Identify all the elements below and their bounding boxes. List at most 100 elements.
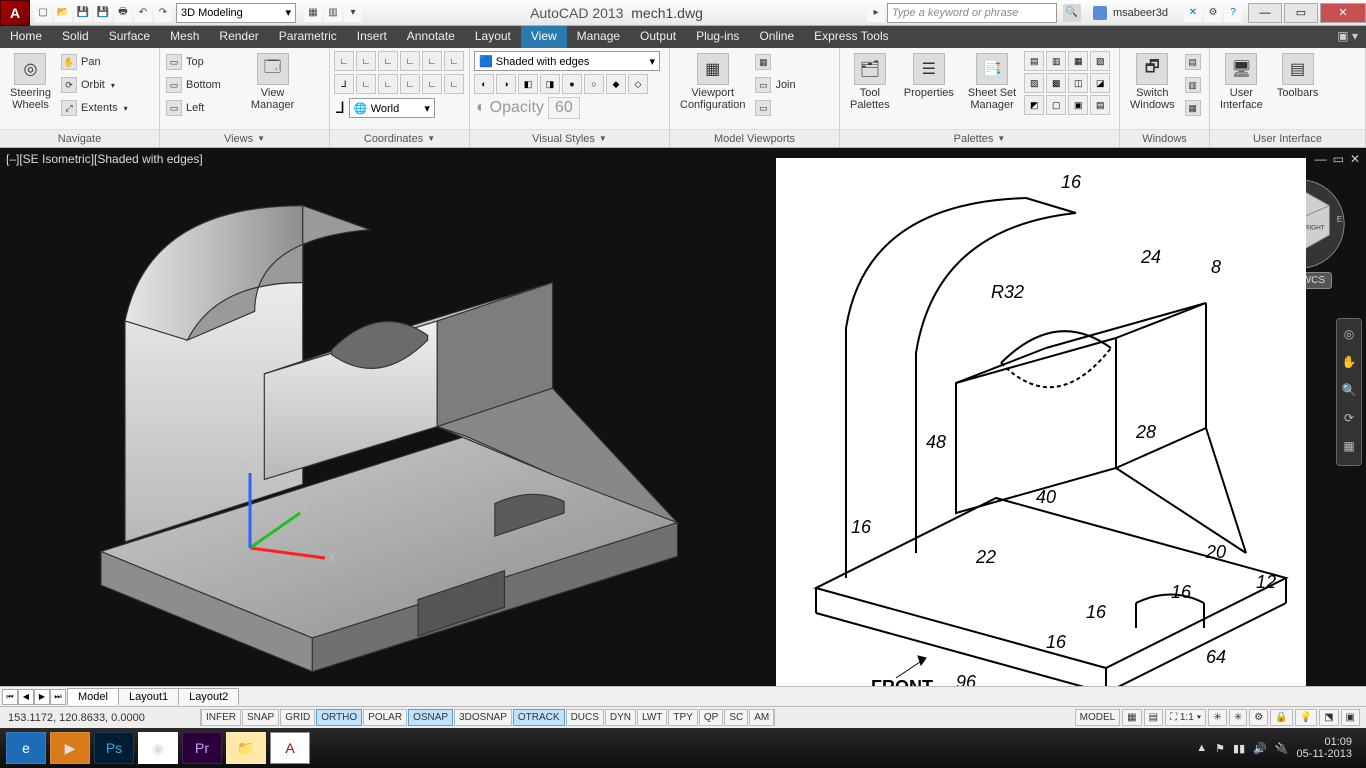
status-sc[interactable]: SC [724, 709, 748, 726]
menu-parametric[interactable]: Parametric [269, 26, 347, 48]
pal10[interactable]: ▢ [1046, 95, 1066, 115]
task-explorer-icon[interactable]: 📁 [226, 732, 266, 764]
menu-home[interactable]: Home [0, 26, 52, 48]
nav-showmotion-icon[interactable]: ▦ [1340, 439, 1358, 457]
pal2[interactable]: ▥ [1046, 51, 1066, 71]
layout-tab-layout2[interactable]: Layout2 [178, 688, 239, 705]
status-polar[interactable]: POLAR [363, 709, 407, 726]
sheetset-button[interactable]: 📑Sheet Set Manager [962, 51, 1022, 113]
wtile-icon[interactable]: ▤ [1185, 54, 1201, 70]
ribbon-min-icon[interactable]: ▣ ▾ [1329, 26, 1366, 48]
sb-hw-icon[interactable]: 💡 [1295, 709, 1317, 726]
qat-new-icon[interactable]: ▢ [34, 4, 52, 22]
menu-surface[interactable]: Surface [99, 26, 160, 48]
workspace-dropdown[interactable]: 3D Modeling▾ [176, 3, 296, 23]
menu-mesh[interactable]: Mesh [160, 26, 209, 48]
vs-btn5[interactable]: ● [562, 74, 582, 94]
tray-up-icon[interactable]: ▲ [1196, 742, 1207, 754]
qat-plot-icon[interactable]: 🖶 [114, 4, 132, 22]
status-dyn[interactable]: DYN [605, 709, 636, 726]
view-bottom-button[interactable]: ▭Bottom [164, 74, 223, 96]
tab-first-icon[interactable]: ⏮ [2, 689, 18, 705]
coordinates-readout[interactable]: 153.1172, 120.8633, 0.0000 [0, 712, 200, 724]
task-chrome-icon[interactable]: ◉ [138, 732, 178, 764]
menu-output[interactable]: Output [630, 26, 686, 48]
view-left-button[interactable]: ▭Left [164, 97, 223, 119]
nav-zoom-icon[interactable]: 🔍 [1340, 383, 1358, 401]
layout-tab-model[interactable]: Model [67, 688, 119, 705]
sb-anno-icon[interactable]: ✳ [1208, 709, 1226, 726]
pal3[interactable]: ▦ [1068, 51, 1088, 71]
pal4[interactable]: ▧ [1090, 51, 1110, 71]
qat-extra2-icon[interactable]: ▥ [324, 4, 342, 22]
pal8[interactable]: ◪ [1090, 73, 1110, 93]
search-toggle-icon[interactable]: ▸ [867, 4, 885, 22]
ucs-btn4[interactable]: ∟ [400, 51, 420, 71]
ucs-icon[interactable]: X Y Z [230, 458, 340, 568]
nav-pan-icon[interactable]: ✋ [1340, 355, 1358, 373]
switch-windows-button[interactable]: 🗗Switch Windows [1124, 51, 1181, 113]
status-snap[interactable]: SNAP [242, 709, 279, 726]
qat-save-icon[interactable]: 💾 [74, 4, 92, 22]
tray-vol-icon[interactable]: 🔊 [1253, 742, 1267, 755]
ucs-btn8[interactable]: ∟ [356, 74, 376, 94]
view-manager-button[interactable]: 🗔 View Manager [245, 51, 300, 113]
stayconnected-icon[interactable]: ⚙ [1204, 4, 1222, 22]
vs-btn6[interactable]: ○ [584, 74, 604, 94]
ucs-btn11[interactable]: ∟ [422, 74, 442, 94]
maximize-button[interactable]: ▭ [1284, 3, 1318, 23]
tray-net-icon[interactable]: ▮▮ [1233, 742, 1245, 755]
status-ortho[interactable]: ORTHO [316, 709, 362, 726]
toolbars-button[interactable]: ▤Toolbars [1271, 51, 1325, 101]
layout-tab-layout1[interactable]: Layout1 [118, 688, 179, 705]
vs-btn2[interactable]: ◑ [496, 74, 516, 94]
vp-max-icon[interactable]: ▭ [1333, 152, 1344, 166]
tray-clock[interactable]: 01:0905-11-2013 [1297, 736, 1352, 760]
qat-open-icon[interactable]: 📂 [54, 4, 72, 22]
model-space-button[interactable]: MODEL [1075, 709, 1121, 726]
help-search-input[interactable]: Type a keyword or phrase [887, 3, 1057, 23]
menu-express-tools[interactable]: Express Tools [804, 26, 898, 48]
qat-undo-icon[interactable]: ↶ [134, 4, 152, 22]
annotation-scale-button[interactable]: ⛶ 1:1 ▾ [1165, 709, 1206, 726]
sb-ws-icon[interactable]: ⚙ [1249, 709, 1268, 726]
minimize-button[interactable]: — [1248, 3, 1282, 23]
status-infer[interactable]: INFER [201, 709, 241, 726]
sb-grid-icon[interactable]: ▦ [1122, 709, 1141, 726]
app-menu-icon[interactable]: A [0, 0, 30, 26]
status-grid[interactable]: GRID [280, 709, 315, 726]
menu-online[interactable]: Online [749, 26, 804, 48]
qat-saveas-icon[interactable]: 💾 [94, 4, 112, 22]
ucs-btn7[interactable]: ⅃ [334, 74, 354, 94]
ucs-btn9[interactable]: ∟ [378, 74, 398, 94]
opacity-icon[interactable]: ◐ [476, 99, 486, 117]
status-3dosnap[interactable]: 3DOSNAP [454, 709, 512, 726]
qat-extra1-icon[interactable]: ▦ [304, 4, 322, 22]
close-button[interactable]: ✕ [1320, 3, 1366, 23]
vp-close-icon[interactable]: ✕ [1350, 152, 1360, 166]
menu-annotate[interactable]: Annotate [397, 26, 465, 48]
extents-button[interactable]: ⤢Extents▾ [59, 97, 130, 119]
exchange-icon[interactable]: ✕ [1184, 4, 1202, 22]
ucs-btn12[interactable]: ∟ [444, 74, 464, 94]
pan-button[interactable]: ✋Pan [59, 51, 130, 73]
ucs-btn1[interactable]: ∟ [334, 51, 354, 71]
tab-next-icon[interactable]: ▶ [34, 689, 50, 705]
ucs-btn3[interactable]: ∟ [378, 51, 398, 71]
task-media-icon[interactable]: ▶ [50, 732, 90, 764]
orbit-button[interactable]: ⟳Orbit▾ [59, 74, 130, 96]
pal1[interactable]: ▤ [1024, 51, 1044, 71]
ucs-icon-button[interactable]: ⅃ [336, 98, 345, 118]
tray-power-icon[interactable]: 🔌 [1275, 742, 1289, 755]
pal5[interactable]: ▨ [1024, 73, 1044, 93]
pal11[interactable]: ▣ [1068, 95, 1088, 115]
help-icon[interactable]: ? [1224, 4, 1242, 22]
vp-named-button[interactable]: ▦ [753, 51, 797, 73]
ucs-btn10[interactable]: ∟ [400, 74, 420, 94]
viewport-config-button[interactable]: ▦ Viewport Configuration [674, 51, 751, 113]
nav-orbit-icon[interactable]: ⟳ [1340, 411, 1358, 429]
pal7[interactable]: ◫ [1068, 73, 1088, 93]
vs-btn7[interactable]: ◆ [606, 74, 626, 94]
menu-insert[interactable]: Insert [347, 26, 397, 48]
sb-layout-icon[interactable]: ▤ [1144, 709, 1163, 726]
